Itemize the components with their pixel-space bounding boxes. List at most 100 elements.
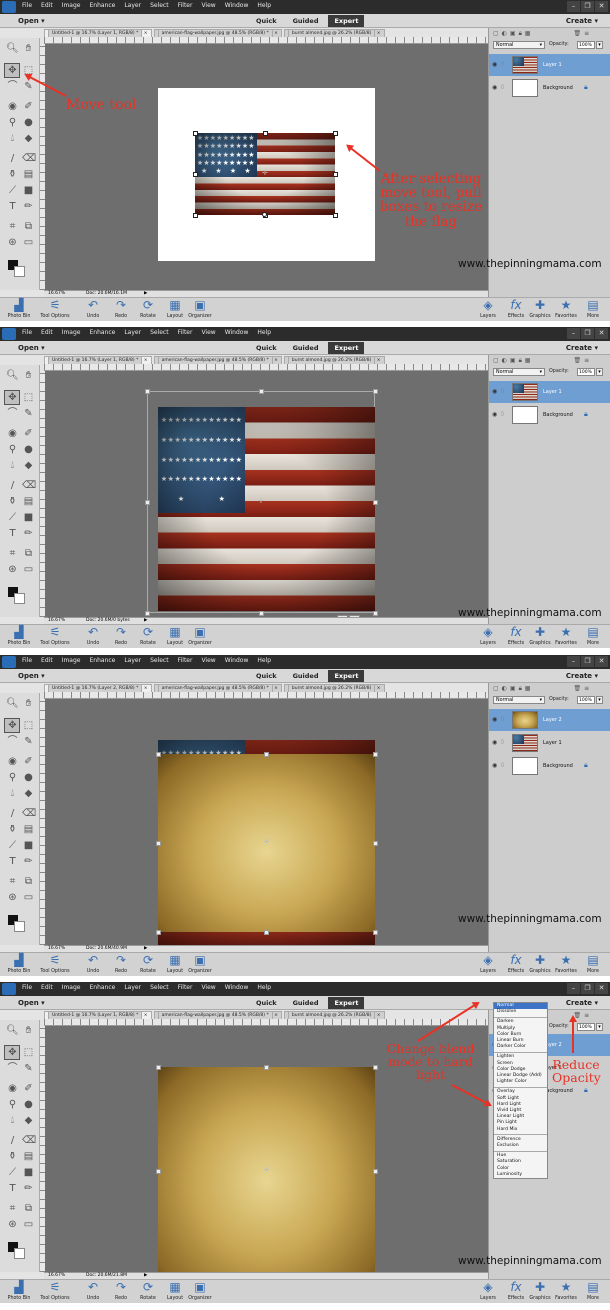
link-icon[interactable]: ▯ <box>501 716 504 722</box>
eye-tool-icon[interactable]: ◉ <box>6 427 19 440</box>
bottom-button[interactable]: fx Effects <box>503 299 529 320</box>
new-layer-icon[interactable]: ▢ <box>493 357 499 366</box>
crop-tool-icon[interactable]: ⌗ <box>6 547 19 560</box>
menu-item[interactable]: Select <box>150 329 169 336</box>
resize-handle[interactable] <box>192 130 198 136</box>
menu-item[interactable]: Layer <box>124 2 141 9</box>
gradient-tool-icon[interactable]: ▤ <box>22 495 35 508</box>
resize-handle[interactable] <box>262 130 268 136</box>
zoom-tool-icon[interactable]: 🔍︎ <box>6 1024 19 1037</box>
blend-mode-select[interactable]: Normal ▾ <box>493 368 545 376</box>
mask-icon[interactable]: ▣ <box>510 357 516 366</box>
close-icon[interactable]: ✕ <box>595 328 608 339</box>
resize-handle[interactable] <box>264 929 269 935</box>
crop-tool-icon[interactable]: ⌗ <box>6 1202 19 1215</box>
resize-handle[interactable] <box>372 388 378 394</box>
straighten-icon[interactable]: ▭ <box>22 891 35 904</box>
pencil-tool-icon[interactable]: ✏ <box>22 527 35 540</box>
link-icon[interactable]: ▯ <box>501 411 504 417</box>
layer-row[interactable]: ◉ ▯ Background 🔒︎ <box>489 404 610 426</box>
straighten-icon[interactable]: ▭ <box>22 1218 35 1231</box>
open-button[interactable]: Open ▾ <box>18 672 45 680</box>
menu-item[interactable]: File <box>22 657 32 664</box>
bottom-button[interactable]: fx Effects <box>503 626 529 647</box>
opacity-input[interactable]: 100% <box>577 368 595 376</box>
restore-icon[interactable]: ❐ <box>581 983 594 994</box>
menu-item[interactable]: Help <box>257 657 271 664</box>
resize-handle[interactable] <box>372 751 378 757</box>
sponge-tool-icon[interactable]: ● <box>22 771 35 784</box>
mode-tab[interactable]: Guided <box>287 670 325 682</box>
gradient-tool-icon[interactable]: ▤ <box>22 823 35 836</box>
resize-handle[interactable] <box>144 388 150 394</box>
lock-transparent-icon[interactable]: ▦ <box>525 357 531 366</box>
menu-item[interactable]: Layer <box>124 329 141 336</box>
bottom-button[interactable]: ▤ More <box>580 954 606 975</box>
close-icon[interactable]: ✕ <box>595 656 608 667</box>
new-layer-icon[interactable]: ▢ <box>493 685 499 694</box>
background-color-swatch[interactable] <box>14 593 25 604</box>
shape-tool-icon[interactable]: ■ <box>22 511 35 524</box>
resize-handle[interactable] <box>372 1064 378 1070</box>
menu-item[interactable]: Window <box>225 984 249 991</box>
mode-tab[interactable]: Quick <box>250 997 283 1009</box>
panel-menu-icon[interactable]: ≡ <box>584 30 589 39</box>
recompose-icon[interactable]: ⧉ <box>22 875 35 888</box>
bottom-button[interactable]: ▟ Photo Bin <box>4 626 34 647</box>
bottom-button[interactable]: ◈ Layers <box>475 954 501 975</box>
sponge-tool-icon[interactable]: ● <box>22 1098 35 1111</box>
create-button[interactable]: Create ▾ <box>566 999 598 1007</box>
paint-bucket-icon[interactable]: ⚱ <box>6 1150 19 1163</box>
rotate-handle[interactable] <box>262 212 267 217</box>
menu-item[interactable]: Layer <box>124 657 141 664</box>
restore-icon[interactable]: ❐ <box>581 656 594 667</box>
resize-handle[interactable] <box>372 499 378 505</box>
menu-item[interactable]: Image <box>62 984 81 991</box>
eye-icon[interactable]: ◉ <box>492 739 497 746</box>
recompose-icon[interactable]: ⧉ <box>22 1202 35 1215</box>
menu-item[interactable]: Window <box>225 329 249 336</box>
close-icon[interactable]: ✕ <box>595 1 608 12</box>
sponge-tool-icon[interactable]: ● <box>22 116 35 129</box>
menu-item[interactable]: File <box>22 329 32 336</box>
open-button[interactable]: Open ▾ <box>18 17 45 25</box>
quick-select-icon[interactable]: ✎ <box>22 1062 35 1075</box>
bottom-button[interactable]: ⟳ Rotate <box>133 954 163 975</box>
crop-tool-icon[interactable]: ⌗ <box>6 875 19 888</box>
sponge-tool-icon[interactable]: ● <box>22 443 35 456</box>
layer-row[interactable]: ◉ ▯ Background 🔒︎ <box>489 77 610 99</box>
bottom-button[interactable]: ▟ Photo Bin <box>4 1281 34 1302</box>
eyedropper-icon[interactable]: ⟋ <box>6 511 19 524</box>
create-button[interactable]: Create ▾ <box>566 344 598 352</box>
bottom-button[interactable]: ⟳ Rotate <box>133 299 163 320</box>
status-menu-icon[interactable]: ▶ <box>144 946 147 951</box>
menu-item[interactable]: Image <box>62 2 81 9</box>
opacity-input[interactable]: 100% <box>577 696 595 704</box>
marquee-tool-icon[interactable]: ⬚ <box>22 391 35 404</box>
menu-item[interactable]: File <box>22 984 32 991</box>
bottom-button[interactable]: ◈ Layers <box>475 1281 501 1302</box>
blend-mode-select[interactable]: Normal ▾ <box>493 41 545 49</box>
lock-icon[interactable]: 🔒︎ <box>519 30 522 39</box>
bottom-button[interactable]: ↶ Undo <box>78 299 108 320</box>
brush-tool-icon[interactable]: / <box>6 479 19 492</box>
menu-item[interactable]: Window <box>225 2 249 9</box>
marquee-tool-icon[interactable]: ⬚ <box>22 719 35 732</box>
hand-tool-icon[interactable]: ✋︎ <box>22 369 35 382</box>
menu-item[interactable]: Enhance <box>89 2 115 9</box>
layer-row[interactable]: ◉ ▯ Layer 1 <box>489 381 610 403</box>
brush-heal-icon[interactable]: ✐ <box>22 1082 35 1095</box>
bottom-button[interactable]: ↷ Redo <box>106 299 136 320</box>
resize-handle[interactable] <box>192 212 198 218</box>
hand-tool-icon[interactable]: ✋︎ <box>22 697 35 710</box>
move-tool-icon[interactable]: ✥ <box>6 391 19 404</box>
panel-menu-icon[interactable]: ≡ <box>584 685 589 694</box>
resize-handle[interactable] <box>332 130 338 136</box>
mode-tab[interactable]: Expert <box>328 342 365 354</box>
stamp-tool-icon[interactable]: ⚲ <box>6 1098 19 1111</box>
blend-mode-select[interactable]: Normal ▾ <box>493 696 545 704</box>
eraser-tool-icon[interactable]: ⌫ <box>22 1134 36 1147</box>
quick-select-icon[interactable]: ✎ <box>22 407 35 420</box>
group-icon[interactable]: ◐ <box>502 30 507 39</box>
mode-tab[interactable]: Expert <box>328 15 365 27</box>
